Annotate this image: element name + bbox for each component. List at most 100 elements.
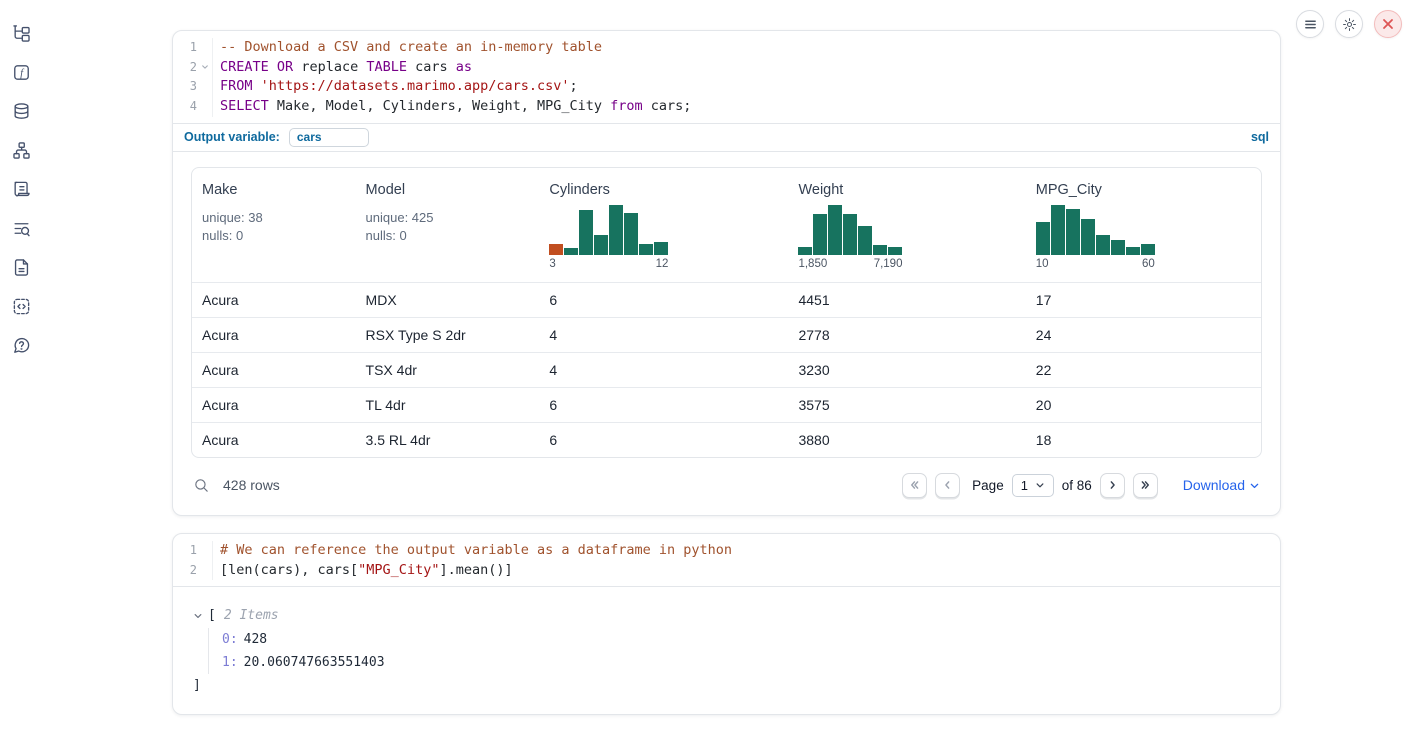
documentation-icon[interactable] — [8, 254, 34, 280]
code-token: TABLE — [366, 59, 407, 75]
chevron-down-icon — [193, 611, 203, 621]
output-variable-input[interactable] — [289, 128, 369, 147]
svg-text:f: f — [20, 68, 25, 79]
cylinders-histogram[interactable]: 3 12 — [549, 203, 668, 270]
code-line[interactable]: 3FROM 'https://datasets.marimo.app/cars.… — [173, 77, 1280, 97]
histogram-bar[interactable] — [1111, 240, 1125, 255]
code-token: [len(cars), cars[ — [220, 562, 358, 578]
histogram-bar[interactable] — [639, 244, 653, 255]
histogram-bar[interactable] — [564, 248, 578, 255]
fold-gutter — [197, 79, 212, 99]
code-line[interactable]: 4SELECT Make, Model, Cylinders, Weight, … — [173, 97, 1280, 117]
notebook-main: 1-- Download a CSV and create an in-memo… — [172, 0, 1281, 715]
last-page-button[interactable] — [1133, 473, 1158, 498]
code-token: # We can reference the output variable a… — [220, 542, 732, 558]
snippets-icon[interactable] — [8, 293, 34, 319]
histogram-bar[interactable] — [594, 235, 608, 255]
table-row[interactable]: Acura MDX 6 4451 17 — [192, 282, 1261, 317]
fold-gutter — [197, 563, 212, 583]
histogram-bar[interactable] — [1066, 209, 1080, 255]
column-header-make[interactable]: Make unique: 38 nulls: 0 — [192, 168, 356, 283]
dependency-graph-icon[interactable] — [8, 137, 34, 163]
first-page-button[interactable] — [902, 473, 927, 498]
histogram-bar[interactable] — [888, 247, 902, 255]
histogram-bar[interactable] — [798, 247, 812, 255]
histogram-bar[interactable] — [873, 245, 887, 255]
tree-entry[interactable]: 1:20.060747663551403 — [222, 651, 1260, 674]
variables-icon[interactable]: f — [8, 59, 34, 85]
chevron-down-icon — [1035, 480, 1045, 490]
file-explorer-icon[interactable] — [8, 20, 34, 46]
python-code-editor[interactable]: 1# We can reference the output variable … — [173, 534, 1280, 586]
settings-button[interactable] — [1335, 10, 1363, 38]
histogram-bar[interactable] — [579, 210, 593, 255]
histogram-bar[interactable] — [858, 226, 872, 255]
sql-code-editor[interactable]: 1-- Download a CSV and create an in-memo… — [173, 31, 1280, 123]
chat-help-icon[interactable] — [8, 332, 34, 358]
column-header-weight[interactable]: Weight 1,850 7,190 — [788, 168, 1025, 283]
table-footer: 428 rows Page 1 of 86 — [191, 473, 1262, 498]
column-title: Cylinders — [549, 182, 780, 198]
output-variable-label: Output variable: — [184, 130, 280, 144]
table-row[interactable]: Acura TSX 4dr 4 3230 22 — [192, 352, 1261, 387]
histogram-bar[interactable] — [1141, 244, 1155, 255]
cell-weight: 3575 — [788, 387, 1025, 422]
next-page-button[interactable] — [1100, 473, 1125, 498]
logs-icon[interactable] — [8, 176, 34, 202]
nulls-count: nulls: 0 — [202, 227, 348, 245]
histogram-bar[interactable] — [1126, 247, 1140, 255]
menu-button[interactable] — [1296, 10, 1324, 38]
tree-open-bracket: [ — [208, 606, 216, 626]
code-text: CREATE OR replace TABLE cars as — [212, 58, 472, 78]
table-row[interactable]: Acura TL 4dr 6 3575 20 — [192, 387, 1261, 422]
page-select[interactable]: 1 — [1012, 474, 1054, 497]
mpg-city-histogram[interactable]: 10 60 — [1036, 203, 1155, 270]
fold-gutter — [197, 543, 212, 563]
histogram-bar[interactable] — [1096, 235, 1110, 255]
histogram-bar[interactable] — [549, 244, 563, 255]
code-line[interactable]: 2CREATE OR replace TABLE cars as — [173, 58, 1280, 78]
column-header-mpg-city[interactable]: MPG_City 10 60 — [1026, 168, 1261, 283]
histogram-bar[interactable] — [828, 205, 842, 255]
datasources-icon[interactable] — [8, 98, 34, 124]
line-number: 2 — [173, 561, 197, 581]
previous-page-button[interactable] — [935, 473, 960, 498]
code-token: cars; — [643, 98, 692, 114]
histogram-bar[interactable] — [1081, 219, 1095, 255]
tracebacks-search-icon[interactable] — [8, 215, 34, 241]
data-table: Make unique: 38 nulls: 0 Model unique: 4… — [192, 168, 1261, 457]
code-token: from — [610, 98, 643, 114]
table-row[interactable]: Acura 3.5 RL 4dr 6 3880 18 — [192, 422, 1261, 457]
cell-weight: 2778 — [788, 317, 1025, 352]
page-total-label: of 86 — [1062, 478, 1092, 493]
tree-collapse-toggle[interactable] — [193, 611, 203, 621]
histogram-bar[interactable] — [609, 205, 623, 255]
column-header-model[interactable]: Model unique: 425 nulls: 0 — [356, 168, 540, 283]
table-row[interactable]: Acura RSX Type S 2dr 4 2778 24 — [192, 317, 1261, 352]
cell-weight: 3230 — [788, 352, 1025, 387]
histogram-bar[interactable] — [654, 242, 668, 255]
code-line[interactable]: 1# We can reference the output variable … — [173, 541, 1280, 561]
code-line[interactable]: 2[len(cars), cars["MPG_City"].mean()] — [173, 561, 1280, 581]
code-token — [269, 59, 277, 75]
cell-mpg-city: 24 — [1026, 317, 1261, 352]
code-token: ; — [570, 78, 578, 94]
table-search-button[interactable] — [193, 477, 210, 494]
download-button[interactable]: Download — [1183, 477, 1260, 493]
code-line[interactable]: 1-- Download a CSV and create an in-memo… — [173, 38, 1280, 58]
python-cell-output: [ 2 Items 0:428 1:20.060747663551403 ] — [173, 586, 1280, 714]
histogram-bar[interactable] — [1051, 205, 1065, 255]
histogram-bar[interactable] — [813, 214, 827, 255]
histogram-bar[interactable] — [624, 213, 638, 255]
cell-make: Acura — [192, 387, 356, 422]
tree-entry[interactable]: 0:428 — [222, 628, 1260, 651]
column-title: MPG_City — [1036, 182, 1253, 198]
column-header-cylinders[interactable]: Cylinders 3 12 — [539, 168, 788, 283]
histogram-bar[interactable] — [843, 214, 857, 255]
fold-chevron-icon[interactable] — [197, 60, 212, 80]
output-tree: [ 2 Items 0:428 1:20.060747663551403 ] — [193, 606, 1260, 696]
shutdown-button[interactable] — [1374, 10, 1402, 38]
weight-histogram[interactable]: 1,850 7,190 — [798, 203, 902, 270]
histogram-axis-labels: 3 12 — [549, 258, 668, 270]
histogram-bar[interactable] — [1036, 222, 1050, 255]
